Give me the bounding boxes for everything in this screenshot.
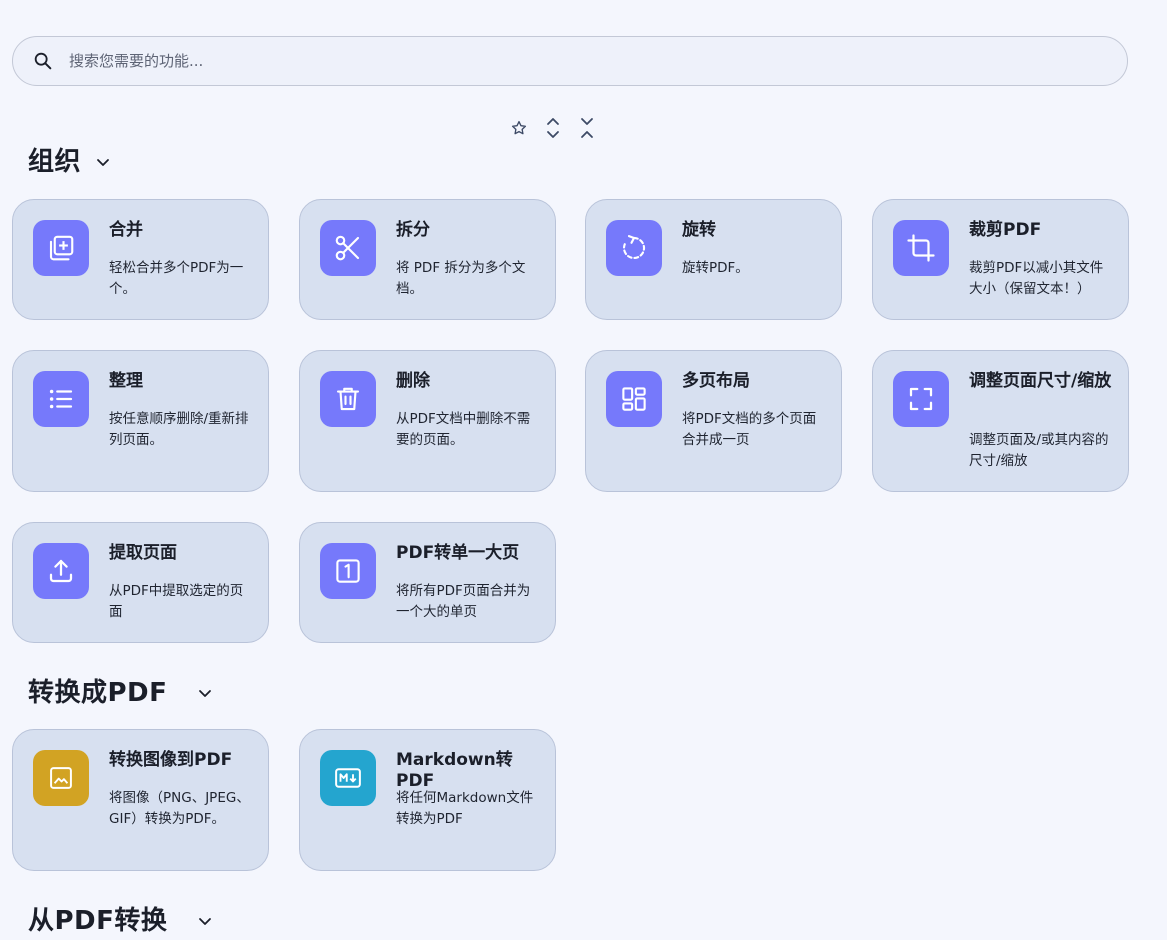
card-description: 将图像（PNG、JPEG、GIF）转换为PDF。 — [109, 790, 250, 827]
search-icon — [32, 50, 54, 72]
chevron-down-icon — [197, 685, 213, 701]
merge-icon — [33, 220, 89, 276]
card-title: 拆分 — [396, 220, 430, 240]
card-description: 旋转PDF。 — [682, 260, 749, 276]
tools-page: 组织 合并 轻松合并多个PDF为一个。 拆分 将 PDF 拆分为多个文档。 旋转… — [0, 0, 1167, 940]
card-description: 轻松合并多个PDF为一个。 — [109, 260, 244, 297]
card-description: 将 PDF 拆分为多个文档。 — [396, 260, 526, 297]
tool-card-rotate[interactable]: 旋转 旋转PDF。 — [585, 199, 842, 320]
fullscreen-icon — [893, 371, 949, 427]
section-title: 转换成PDF — [28, 678, 168, 708]
card-description: 将任何Markdown文件转换为PDF — [396, 790, 534, 827]
tool-card-crop[interactable]: 裁剪PDF 裁剪PDF以减小其文件大小（保留文本！） — [872, 199, 1129, 320]
tool-card-single-page[interactable]: PDF转单一大页 将所有PDF页面合并为一个大的单页 — [299, 522, 556, 643]
tool-card-extract[interactable]: 提取页面 从PDF中提取选定的页面 — [12, 522, 269, 643]
tool-card-remove[interactable]: 删除 从PDF文档中删除不需要的页面。 — [299, 350, 556, 492]
expand-all-icon — [544, 117, 562, 143]
card-title: 合并 — [109, 220, 143, 240]
upload-icon — [33, 543, 89, 599]
looks-one-icon — [320, 543, 376, 599]
tool-card-scale[interactable]: 调整页面尺寸/缩放 调整页面及/或其内容的尺寸/缩放 — [872, 350, 1129, 492]
search-input[interactable] — [69, 37, 1109, 85]
image-icon — [33, 750, 89, 806]
chevron-down-icon — [197, 913, 213, 929]
favorites-button[interactable] — [507, 118, 531, 142]
dashboard-icon — [606, 371, 662, 427]
card-title: 删除 — [396, 371, 430, 391]
card-description: 从PDF文档中删除不需要的页面。 — [396, 411, 531, 448]
section-header-organize[interactable]: 组织 — [28, 141, 111, 178]
tool-card-markdown-to-pdf[interactable]: Markdown转PDF 将任何Markdown文件转换为PDF — [299, 729, 556, 871]
card-description: 将所有PDF页面合并为一个大的单页 — [396, 583, 531, 620]
markdown-icon — [320, 750, 376, 806]
tool-card-image-to-pdf[interactable]: 转换图像到PDF 将图像（PNG、JPEG、GIF）转换为PDF。 — [12, 729, 269, 871]
crop-icon — [893, 220, 949, 276]
card-title: 多页布局 — [682, 371, 750, 391]
chevron-down-icon — [95, 154, 111, 170]
tool-card-merge[interactable]: 合并 轻松合并多个PDF为一个。 — [12, 199, 269, 320]
section-title: 从PDF转换 — [28, 906, 168, 936]
card-title: 调整页面尺寸/缩放 — [969, 371, 1112, 391]
card-description: 调整页面及/或其内容的尺寸/缩放 — [969, 432, 1109, 469]
star-icon — [510, 119, 528, 141]
search-bar[interactable] — [12, 36, 1128, 86]
expand-all-button[interactable] — [541, 118, 565, 142]
collapse-all-icon — [578, 117, 596, 143]
card-title: 提取页面 — [109, 543, 177, 563]
card-title: Markdown转PDF — [396, 750, 513, 791]
tool-card-organize[interactable]: 整理 按任意顺序删除/重新排列页面。 — [12, 350, 269, 492]
tool-card-split[interactable]: 拆分 将 PDF 拆分为多个文档。 — [299, 199, 556, 320]
tool-card-multi-page-layout[interactable]: 多页布局 将PDF文档的多个页面合并成一页 — [585, 350, 842, 492]
card-description: 从PDF中提取选定的页面 — [109, 583, 244, 620]
list-icon — [33, 371, 89, 427]
scissors-icon — [320, 220, 376, 276]
collapse-all-button[interactable] — [575, 118, 599, 142]
section-title: 组织 — [28, 147, 82, 177]
card-title: 旋转 — [682, 220, 716, 240]
rotate-icon — [606, 220, 662, 276]
card-title: 整理 — [109, 371, 143, 391]
trash-icon — [320, 371, 376, 427]
card-title: 转换图像到PDF — [109, 750, 233, 770]
card-title: PDF转单一大页 — [396, 543, 520, 563]
card-title: 裁剪PDF — [969, 220, 1042, 240]
section-header-convert-to-pdf[interactable]: 转换成PDF — [28, 672, 213, 709]
card-description: 按任意顺序删除/重新排列页面。 — [109, 411, 249, 448]
card-description: 裁剪PDF以减小其文件大小（保留文本！） — [969, 260, 1104, 297]
section-header-convert-from-pdf[interactable]: 从PDF转换 — [28, 900, 213, 937]
card-description: 将PDF文档的多个页面合并成一页 — [682, 411, 817, 448]
